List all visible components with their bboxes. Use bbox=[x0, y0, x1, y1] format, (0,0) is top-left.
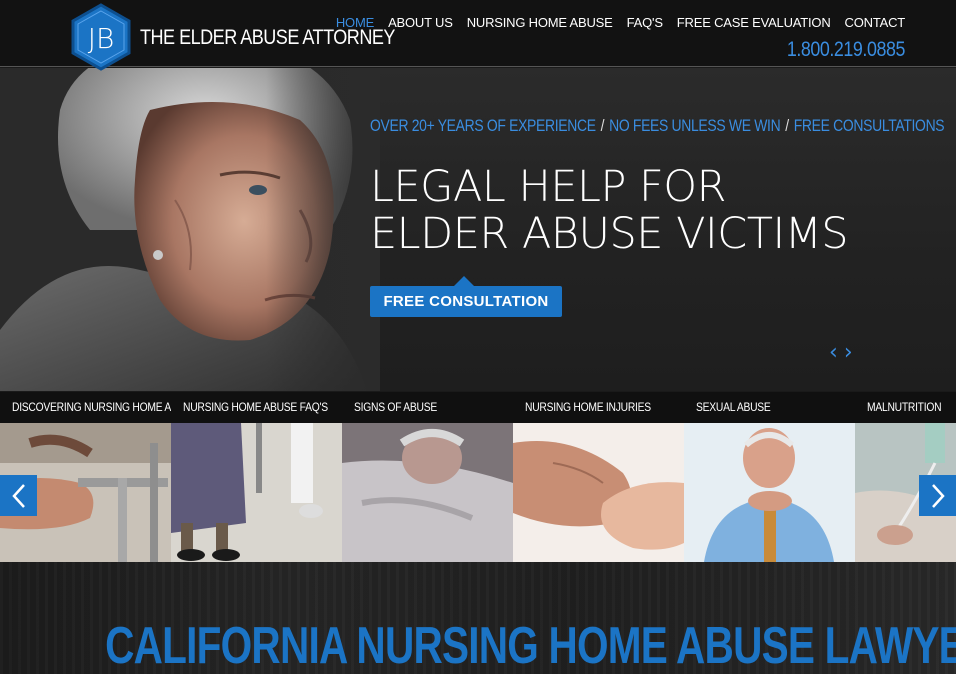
jb-logo-icon[interactable]: JB bbox=[68, 2, 134, 72]
tile-label-text: MALNUTRITION bbox=[867, 400, 942, 414]
tile-label: MALNUTRITION bbox=[855, 392, 956, 423]
tile-label: NURSING HOME INJURIES bbox=[513, 392, 684, 423]
intro-section: CALIFORNIA NURSING HOME ABUSE LAWYER bbox=[0, 562, 956, 674]
nav-home[interactable]: HOME bbox=[336, 15, 374, 30]
cta-notch bbox=[454, 276, 474, 286]
tile-label-text: NURSING HOME ABUSE FAQ'S bbox=[183, 400, 328, 414]
svg-text:JB: JB bbox=[88, 22, 115, 55]
walking-legs-image bbox=[171, 423, 342, 562]
elderly-man-image bbox=[684, 423, 855, 562]
tile-label: DISCOVERING NURSING HOME ABUSE bbox=[0, 392, 171, 423]
hero-tagline: OVER 20+ YEARS OF EXPERIENCE / NO FEES UNL… bbox=[370, 116, 945, 136]
site-header: JB THE ELDER ABUSE ATTORNEY HOME ABOUT U… bbox=[0, 0, 956, 71]
tile-label: SIGNS OF ABUSE bbox=[342, 392, 513, 423]
headline-line-1: LEGAL HELP FOR bbox=[370, 162, 727, 212]
topic-tiles: DISCOVERING NURSING HOME ABUSE NURSING H… bbox=[0, 392, 956, 562]
chevron-left-icon bbox=[11, 483, 25, 508]
tagline-separator: / bbox=[600, 116, 605, 135]
hero-next-arrow-icon[interactable]: › bbox=[844, 342, 853, 364]
free-consultation-button[interactable]: FREE CONSULTATION bbox=[370, 286, 562, 317]
tiles-prev-button[interactable] bbox=[0, 475, 37, 516]
elderly-woman-photo bbox=[0, 68, 380, 391]
holding-hands-image bbox=[513, 423, 684, 562]
phone-number[interactable]: 1.800.219.0885 bbox=[787, 38, 906, 62]
tile-label-text: DISCOVERING NURSING HOME ABUSE bbox=[12, 400, 171, 414]
tagline-free-consultations: FREE CONSULTATIONS bbox=[793, 116, 945, 135]
tile-nursing-home-injuries[interactable]: NURSING HOME INJURIES bbox=[513, 392, 684, 562]
tagline-separator: / bbox=[785, 116, 789, 135]
nav-nursing-home-abuse[interactable]: NURSING HOME ABUSE bbox=[467, 15, 613, 30]
tile-label-text: SEXUAL ABUSE bbox=[696, 400, 771, 414]
tile-nursing-home-abuse-faqs[interactable]: NURSING HOME ABUSE FAQ'S bbox=[171, 392, 342, 562]
hero-prev-arrow-icon[interactable]: ‹ bbox=[829, 342, 838, 364]
nav-free-case-evaluation[interactable]: FREE CASE EVALUATION bbox=[677, 15, 831, 30]
tagline-no-fees: NO FEES UNLESS WE WIN bbox=[609, 116, 781, 135]
tile-signs-of-abuse[interactable]: SIGNS OF ABUSE bbox=[342, 392, 513, 562]
tile-sexual-abuse[interactable]: SEXUAL ABUSE bbox=[684, 392, 855, 562]
tile-label: SEXUAL ABUSE bbox=[684, 392, 855, 423]
tile-label-text: SIGNS OF ABUSE bbox=[354, 400, 437, 414]
main-nav: HOME ABOUT US NURSING HOME ABUSE FAQ'S F… bbox=[336, 15, 905, 30]
hero-slider: OVER 20+ YEARS OF EXPERIENCE / NO FEES UNL… bbox=[0, 68, 956, 391]
cta-wrapper: FREE CONSULTATION bbox=[370, 276, 562, 317]
nav-faqs[interactable]: FAQ'S bbox=[627, 15, 663, 30]
nav-about-us[interactable]: ABOUT US bbox=[388, 15, 453, 30]
hero-slide-arrows: ‹ › bbox=[829, 342, 853, 364]
bedridden-patient-image bbox=[342, 423, 513, 562]
chevron-right-icon bbox=[931, 483, 945, 508]
section-title: CALIFORNIA NURSING HOME ABUSE LAWYER bbox=[105, 617, 956, 674]
headline-line-2: ELDER ABUSE VICTIMS bbox=[370, 209, 849, 259]
tagline-experience: OVER 20+ YEARS OF EXPERIENCE bbox=[370, 116, 596, 135]
tile-label-text: NURSING HOME INJURIES bbox=[525, 400, 651, 414]
hero-headline: LEGAL HELP FOR ELDER ABUSE VICTIMS bbox=[370, 162, 849, 259]
tiles-next-button[interactable] bbox=[919, 475, 956, 516]
tile-label: NURSING HOME ABUSE FAQ'S bbox=[171, 392, 342, 423]
nav-contact[interactable]: CONTACT bbox=[845, 15, 906, 30]
